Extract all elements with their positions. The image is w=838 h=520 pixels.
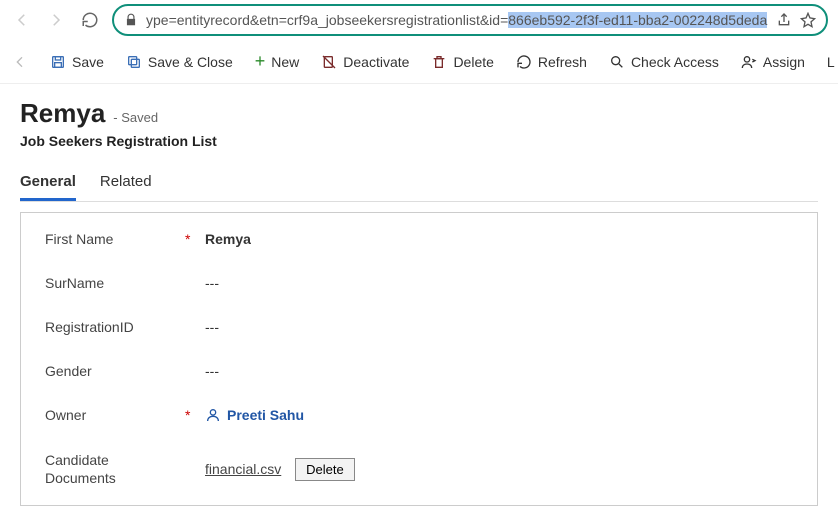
entity-name: Job Seekers Registration List xyxy=(20,133,818,149)
browser-navigation-bar: ype=entityrecord&etn=crf9a_jobseekersreg… xyxy=(0,0,838,40)
deactivate-label: Deactivate xyxy=(343,54,409,70)
delete-label: Delete xyxy=(453,54,493,70)
refresh-button[interactable]: Refresh xyxy=(516,54,587,70)
save-and-close-button[interactable]: Save & Close xyxy=(126,54,233,70)
back-button[interactable] xyxy=(10,8,34,32)
form-panel: First Name* Remya SurName --- Registrati… xyxy=(20,212,818,506)
save-label: Save xyxy=(72,54,104,70)
address-bar[interactable]: ype=entityrecord&etn=crf9a_jobseekersreg… xyxy=(112,4,828,36)
delete-button[interactable]: Delete xyxy=(431,54,493,70)
owner-label: Owner* xyxy=(45,407,205,423)
check-access-button[interactable]: Check Access xyxy=(609,54,719,70)
refresh-icon xyxy=(516,54,532,70)
field-firstname: First Name* Remya xyxy=(21,217,817,261)
share-icon[interactable] xyxy=(776,12,792,28)
person-icon xyxy=(205,407,221,423)
refresh-label: Refresh xyxy=(538,54,587,70)
save-button[interactable]: Save xyxy=(50,54,104,70)
field-surname: SurName --- xyxy=(21,261,817,305)
forward-button[interactable] xyxy=(44,8,68,32)
assign-icon xyxy=(741,54,757,70)
save-status: - Saved xyxy=(113,110,158,125)
tabs: General Related xyxy=(20,167,818,202)
deactivate-icon xyxy=(321,54,337,70)
check-access-label: Check Access xyxy=(631,54,719,70)
firstname-value[interactable]: Remya xyxy=(205,231,793,247)
field-gender: Gender --- xyxy=(21,349,817,393)
plus-icon: + xyxy=(255,51,266,72)
field-regid: RegistrationID --- xyxy=(21,305,817,349)
page-content: Remya - Saved Job Seekers Registration L… xyxy=(0,84,838,506)
owner-value[interactable]: Preeti Sahu xyxy=(205,407,793,423)
new-label: New xyxy=(271,54,299,70)
tab-general[interactable]: General xyxy=(20,167,76,201)
firstname-label: First Name* xyxy=(45,231,205,247)
search-icon xyxy=(609,54,625,70)
command-bar: Save Save & Close + New Deactivate Delet… xyxy=(0,40,838,84)
documents-value: financial.csv Delete xyxy=(205,458,793,481)
regid-label: RegistrationID xyxy=(45,319,205,335)
record-title: Remya xyxy=(20,98,105,129)
reload-button[interactable] xyxy=(78,8,102,32)
save-close-icon xyxy=(126,54,142,70)
new-button[interactable]: + New xyxy=(255,51,300,72)
document-delete-button[interactable]: Delete xyxy=(295,458,355,481)
documents-label: CandidateDocuments xyxy=(45,451,205,487)
surname-label: SurName xyxy=(45,275,205,291)
save-icon xyxy=(50,54,66,70)
gender-value[interactable]: --- xyxy=(205,363,793,379)
document-link[interactable]: financial.csv xyxy=(205,461,281,477)
regid-value[interactable]: --- xyxy=(205,319,793,335)
overflow-indicator: L xyxy=(827,54,835,70)
tab-related[interactable]: Related xyxy=(100,167,152,201)
lock-icon xyxy=(124,13,138,27)
page-back-button[interactable] xyxy=(12,54,28,70)
star-icon[interactable] xyxy=(800,12,816,28)
surname-value[interactable]: --- xyxy=(205,275,793,291)
field-owner: Owner* Preeti Sahu xyxy=(21,393,817,437)
save-close-label: Save & Close xyxy=(148,54,233,70)
trash-icon xyxy=(431,54,447,70)
field-documents: CandidateDocuments financial.csv Delete xyxy=(21,437,817,501)
deactivate-button[interactable]: Deactivate xyxy=(321,54,409,70)
assign-label: Assign xyxy=(763,54,805,70)
url-text: ype=entityrecord&etn=crf9a_jobseekersreg… xyxy=(146,12,768,28)
assign-button[interactable]: Assign xyxy=(741,54,805,70)
gender-label: Gender xyxy=(45,363,205,379)
